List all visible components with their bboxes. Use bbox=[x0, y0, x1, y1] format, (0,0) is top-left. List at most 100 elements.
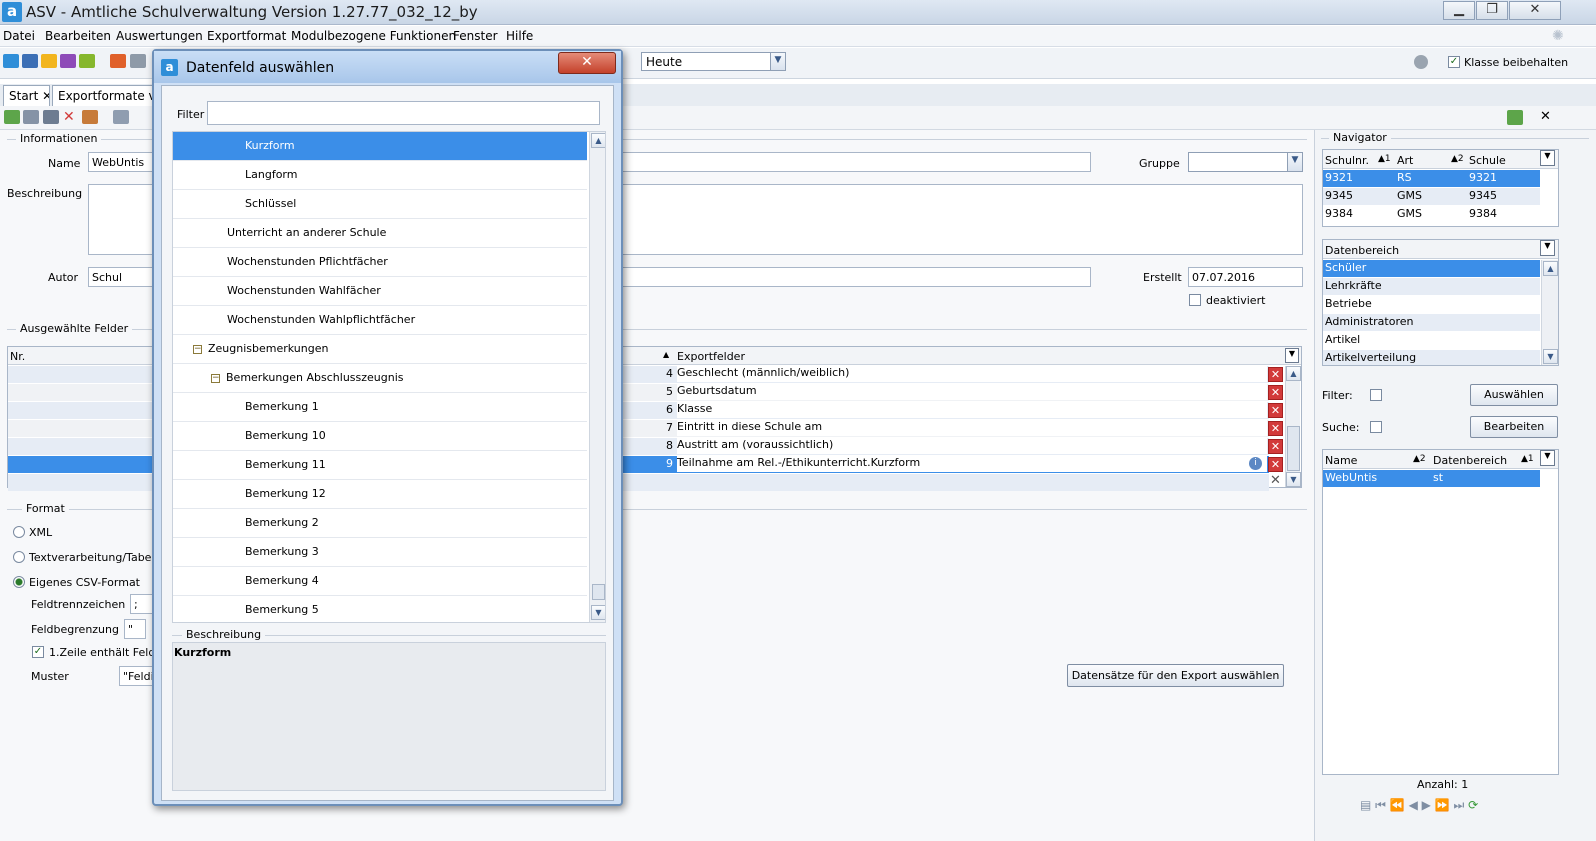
deactivated-checkbox[interactable] bbox=[1189, 294, 1201, 306]
field-separator-input[interactable]: ; bbox=[130, 594, 154, 614]
list-item[interactable]: Artikel bbox=[1323, 332, 1540, 349]
scroll-up-icon[interactable]: ▲ bbox=[1543, 261, 1558, 276]
menu-modulbezogene-funktionen[interactable]: Modulbezogene Funktionen bbox=[291, 29, 456, 43]
tree-item-bemerkung-4[interactable]: Bemerkung 4 bbox=[173, 567, 587, 596]
copy-icon[interactable]: ▤ bbox=[1360, 798, 1371, 812]
new-record-icon[interactable] bbox=[4, 110, 20, 124]
filter-checkbox[interactable] bbox=[1370, 389, 1382, 401]
delete-row-icon[interactable]: ✕ bbox=[1268, 385, 1283, 400]
table-row[interactable]: WebUntis st bbox=[1323, 470, 1540, 487]
scroll-up-icon[interactable]: ▲ bbox=[591, 133, 605, 148]
data-area-header[interactable]: Datenbereich bbox=[1325, 244, 1399, 257]
format-xml-radio[interactable] bbox=[13, 526, 25, 538]
list-item[interactable]: Lehrkräfte bbox=[1323, 278, 1540, 295]
menu-bearbeiten[interactable]: Bearbeiten bbox=[45, 29, 111, 43]
tab-export-formats[interactable]: Exportformate verw bbox=[52, 85, 156, 106]
tree-item-bemerkung-11[interactable]: Bemerkung 11 bbox=[173, 451, 587, 480]
lock-icon[interactable] bbox=[1414, 55, 1428, 69]
info-icon[interactable]: i bbox=[1249, 457, 1262, 470]
tree-item-zeugnisbemerkungen[interactable]: − Zeugnisbemerkungen bbox=[173, 335, 587, 364]
students-icon[interactable] bbox=[41, 54, 57, 68]
first-record-icon[interactable]: ⏮ bbox=[1375, 798, 1386, 812]
prev-record-icon[interactable]: ◀ bbox=[1409, 798, 1418, 812]
fast-back-icon[interactable]: ⏪ bbox=[1390, 798, 1405, 812]
close-panel-icon[interactable]: ✕ bbox=[1540, 109, 1551, 124]
list-item[interactable]: Schüler bbox=[1323, 260, 1540, 277]
collapse-icon[interactable]: − bbox=[193, 345, 202, 354]
select-records-button[interactable]: Datensätze für den Export auswählen bbox=[1067, 664, 1284, 687]
col-name[interactable]: Name bbox=[1325, 454, 1357, 467]
date-select[interactable]: Heute ▼ bbox=[641, 52, 786, 71]
close-window-button[interactable]: ✕ bbox=[1509, 1, 1561, 20]
menu-auswertungen[interactable]: Auswertungen bbox=[116, 29, 203, 43]
maximize-button[interactable]: ❐ bbox=[1476, 1, 1508, 20]
col-school[interactable]: Schule bbox=[1469, 154, 1506, 167]
tab-start[interactable]: Start ✕ bbox=[3, 85, 50, 106]
tree-scrollbar[interactable]: ▲ ▼ bbox=[589, 132, 605, 622]
tree-item-schluessel[interactable]: Schlüssel bbox=[173, 190, 587, 219]
clear-row-icon[interactable]: ✕ bbox=[1270, 473, 1281, 488]
field-quote-input[interactable]: " bbox=[124, 619, 146, 639]
col-data-area[interactable]: Datenbereich bbox=[1433, 454, 1507, 467]
filter-input[interactable] bbox=[207, 101, 600, 125]
undo-icon[interactable] bbox=[43, 110, 59, 124]
copy-icon[interactable] bbox=[113, 110, 129, 124]
teachers-icon[interactable] bbox=[60, 54, 76, 68]
delete-row-icon[interactable]: ✕ bbox=[1268, 439, 1283, 454]
scroll-down-icon[interactable]: ▼ bbox=[591, 605, 605, 620]
tree-item-bemerkung-12[interactable]: Bemerkung 12 bbox=[173, 480, 587, 509]
scroll-up-icon[interactable]: ▲ bbox=[1286, 366, 1301, 381]
table-row[interactable]: 9345 GMS 9345 bbox=[1323, 188, 1540, 205]
chevron-down-icon[interactable]: ▼ bbox=[1287, 153, 1302, 171]
col-export-header[interactable]: Exportfelder bbox=[677, 350, 745, 363]
delete-row-icon[interactable]: ✕ bbox=[1268, 403, 1283, 418]
delete-row-icon[interactable]: ✕ bbox=[1268, 457, 1283, 472]
col-school-type[interactable]: Art bbox=[1397, 154, 1413, 167]
print-icon[interactable] bbox=[130, 54, 146, 68]
refresh-icon[interactable]: ⟳ bbox=[1468, 798, 1478, 812]
format-csv-radio[interactable] bbox=[13, 576, 25, 588]
scroll-down-icon[interactable]: ▼ bbox=[1286, 472, 1301, 487]
edit-icon[interactable] bbox=[82, 110, 98, 124]
fast-forward-icon[interactable]: ⏩ bbox=[1435, 798, 1450, 812]
minimize-button[interactable]: ▁ bbox=[1443, 1, 1475, 20]
delete-row-icon[interactable]: ✕ bbox=[1268, 367, 1283, 382]
scroll-down-icon[interactable]: ▼ bbox=[1543, 349, 1558, 364]
tree-item-wochenstunden-pflicht[interactable]: Wochenstunden Pflichtfächer bbox=[173, 248, 587, 277]
list-item[interactable]: Administratoren bbox=[1323, 314, 1540, 331]
message-icon[interactable] bbox=[79, 54, 95, 68]
col-nr-header[interactable]: Nr. bbox=[10, 350, 25, 363]
tree-item-wochenstunden-wahlpflicht[interactable]: Wochenstunden Wahlpflichtfächer bbox=[173, 306, 587, 335]
tree-item-wochenstunden-wahl[interactable]: Wochenstunden Wahlfächer bbox=[173, 277, 587, 306]
list-item[interactable]: Artikelverteilung bbox=[1323, 350, 1540, 365]
header-line-checkbox[interactable]: ✓ bbox=[32, 646, 44, 658]
list-scrollbar[interactable]: ▲ ▼ bbox=[1541, 260, 1558, 365]
last-record-icon[interactable]: ⏭ bbox=[1454, 798, 1465, 812]
column-chooser-icon[interactable]: ▼ bbox=[1285, 348, 1299, 363]
group-select[interactable]: ▼ bbox=[1188, 152, 1303, 172]
tree-item-bemerkung-5[interactable]: Bemerkung 5 bbox=[173, 596, 587, 622]
scroll-thumb[interactable] bbox=[1287, 426, 1300, 471]
list-item[interactable]: Betriebe bbox=[1323, 296, 1540, 313]
tree-item-unterricht-andere-schule[interactable]: Unterricht an anderer Schule bbox=[173, 219, 587, 248]
column-chooser-icon[interactable]: ▼ bbox=[1540, 150, 1555, 166]
next-record-icon[interactable]: ▶ bbox=[1422, 798, 1431, 812]
tree-item-bemerkungen-abschluss[interactable]: − Bemerkungen Abschlusszeugnis bbox=[173, 364, 587, 393]
menu-exportformat[interactable]: Exportformat bbox=[207, 29, 286, 43]
format-text-radio[interactable] bbox=[13, 551, 25, 563]
pattern-input[interactable]: "Feldi bbox=[119, 666, 155, 686]
select-button[interactable]: Auswählen bbox=[1470, 384, 1558, 406]
save-icon[interactable] bbox=[23, 110, 39, 124]
column-chooser-icon[interactable]: ▼ bbox=[1540, 450, 1555, 466]
tree-item-bemerkung-2[interactable]: Bemerkung 2 bbox=[173, 509, 587, 538]
menu-fenster[interactable]: Fenster bbox=[453, 29, 498, 43]
id-card-icon[interactable] bbox=[22, 54, 38, 68]
edit-button[interactable]: Bearbeiten bbox=[1470, 416, 1558, 438]
keep-class-checkbox[interactable]: ✓ bbox=[1448, 56, 1460, 68]
close-tab-icon[interactable]: ✕ bbox=[42, 89, 49, 103]
tree-item-bemerkung-10[interactable]: Bemerkung 10 bbox=[173, 422, 587, 451]
school-tree-icon[interactable] bbox=[3, 54, 19, 68]
menu-datei[interactable]: Datei bbox=[3, 29, 35, 43]
tree-item-kurzform[interactable]: Kurzform bbox=[173, 132, 587, 161]
refresh-icon[interactable] bbox=[1507, 110, 1523, 125]
